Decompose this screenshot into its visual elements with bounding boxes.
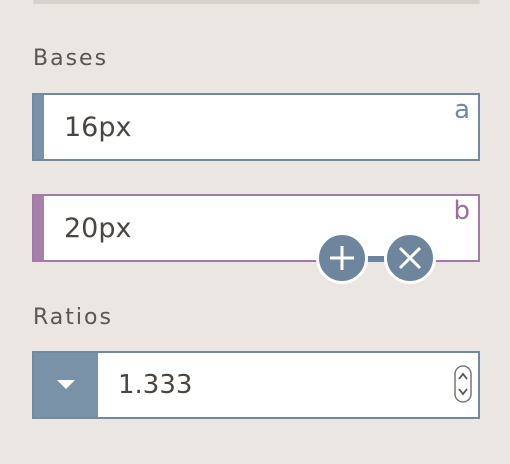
base-a-input[interactable] bbox=[64, 109, 424, 145]
modular-scale-panel: Bases a b Ratios bbox=[0, 0, 510, 464]
caret-down-icon bbox=[57, 380, 75, 389]
add-base-button[interactable] bbox=[316, 232, 368, 284]
ratio-dropdown-button[interactable] bbox=[34, 353, 98, 417]
close-icon bbox=[398, 246, 422, 270]
spinner-arrows-icon[interactable] bbox=[454, 365, 472, 403]
ratios-label: Ratios bbox=[33, 305, 113, 330]
base-b-letter: b bbox=[453, 196, 470, 226]
base-field-a[interactable]: a bbox=[32, 93, 480, 161]
base-a-letter: a bbox=[454, 95, 470, 125]
ratio-input[interactable] bbox=[118, 367, 418, 403]
base-b-input[interactable] bbox=[64, 210, 424, 246]
remove-base-button[interactable] bbox=[384, 232, 436, 284]
base-a-color-stripe bbox=[34, 95, 44, 159]
ratio-field[interactable] bbox=[32, 351, 480, 419]
base-b-color-stripe bbox=[34, 196, 44, 260]
plus-icon bbox=[330, 246, 354, 270]
bases-label: Bases bbox=[33, 46, 109, 71]
top-divider bbox=[33, 0, 480, 4]
